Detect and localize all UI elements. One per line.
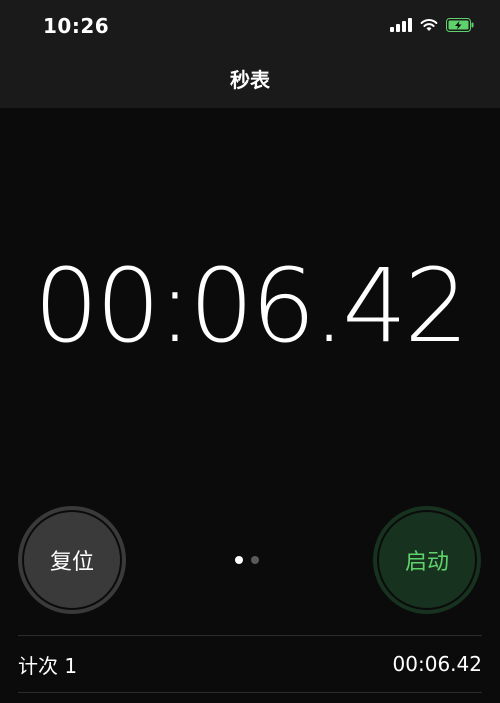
reset-button-label: 复位 <box>49 550 94 575</box>
wifi-icon <box>420 19 438 31</box>
start-button[interactable]: 启动 <box>373 506 481 614</box>
reset-button[interactable]: 复位 <box>18 506 126 614</box>
status-time: 10:26 <box>43 14 110 38</box>
lap-row-divider <box>18 692 482 693</box>
lap-row: 计次 1 00:06.42 <box>18 636 482 692</box>
page-dot-active[interactable] <box>235 556 243 564</box>
signal-icon <box>390 18 412 32</box>
page-title: 秒表 <box>230 68 270 92</box>
start-button-label: 启动 <box>404 550 449 575</box>
header-area: 10:26 秒表 <box>0 0 500 108</box>
lap-label: 计次 1 <box>18 653 78 678</box>
status-bar: 10:26 <box>0 0 500 54</box>
page-dot-inactive[interactable] <box>251 556 259 564</box>
stopwatch-time-display: 00:06.42 <box>33 247 469 366</box>
lap-time: 00:06.42 <box>392 652 482 676</box>
status-icons <box>390 18 474 32</box>
page-indicator[interactable] <box>235 556 259 564</box>
battery-charging-icon <box>446 18 474 32</box>
